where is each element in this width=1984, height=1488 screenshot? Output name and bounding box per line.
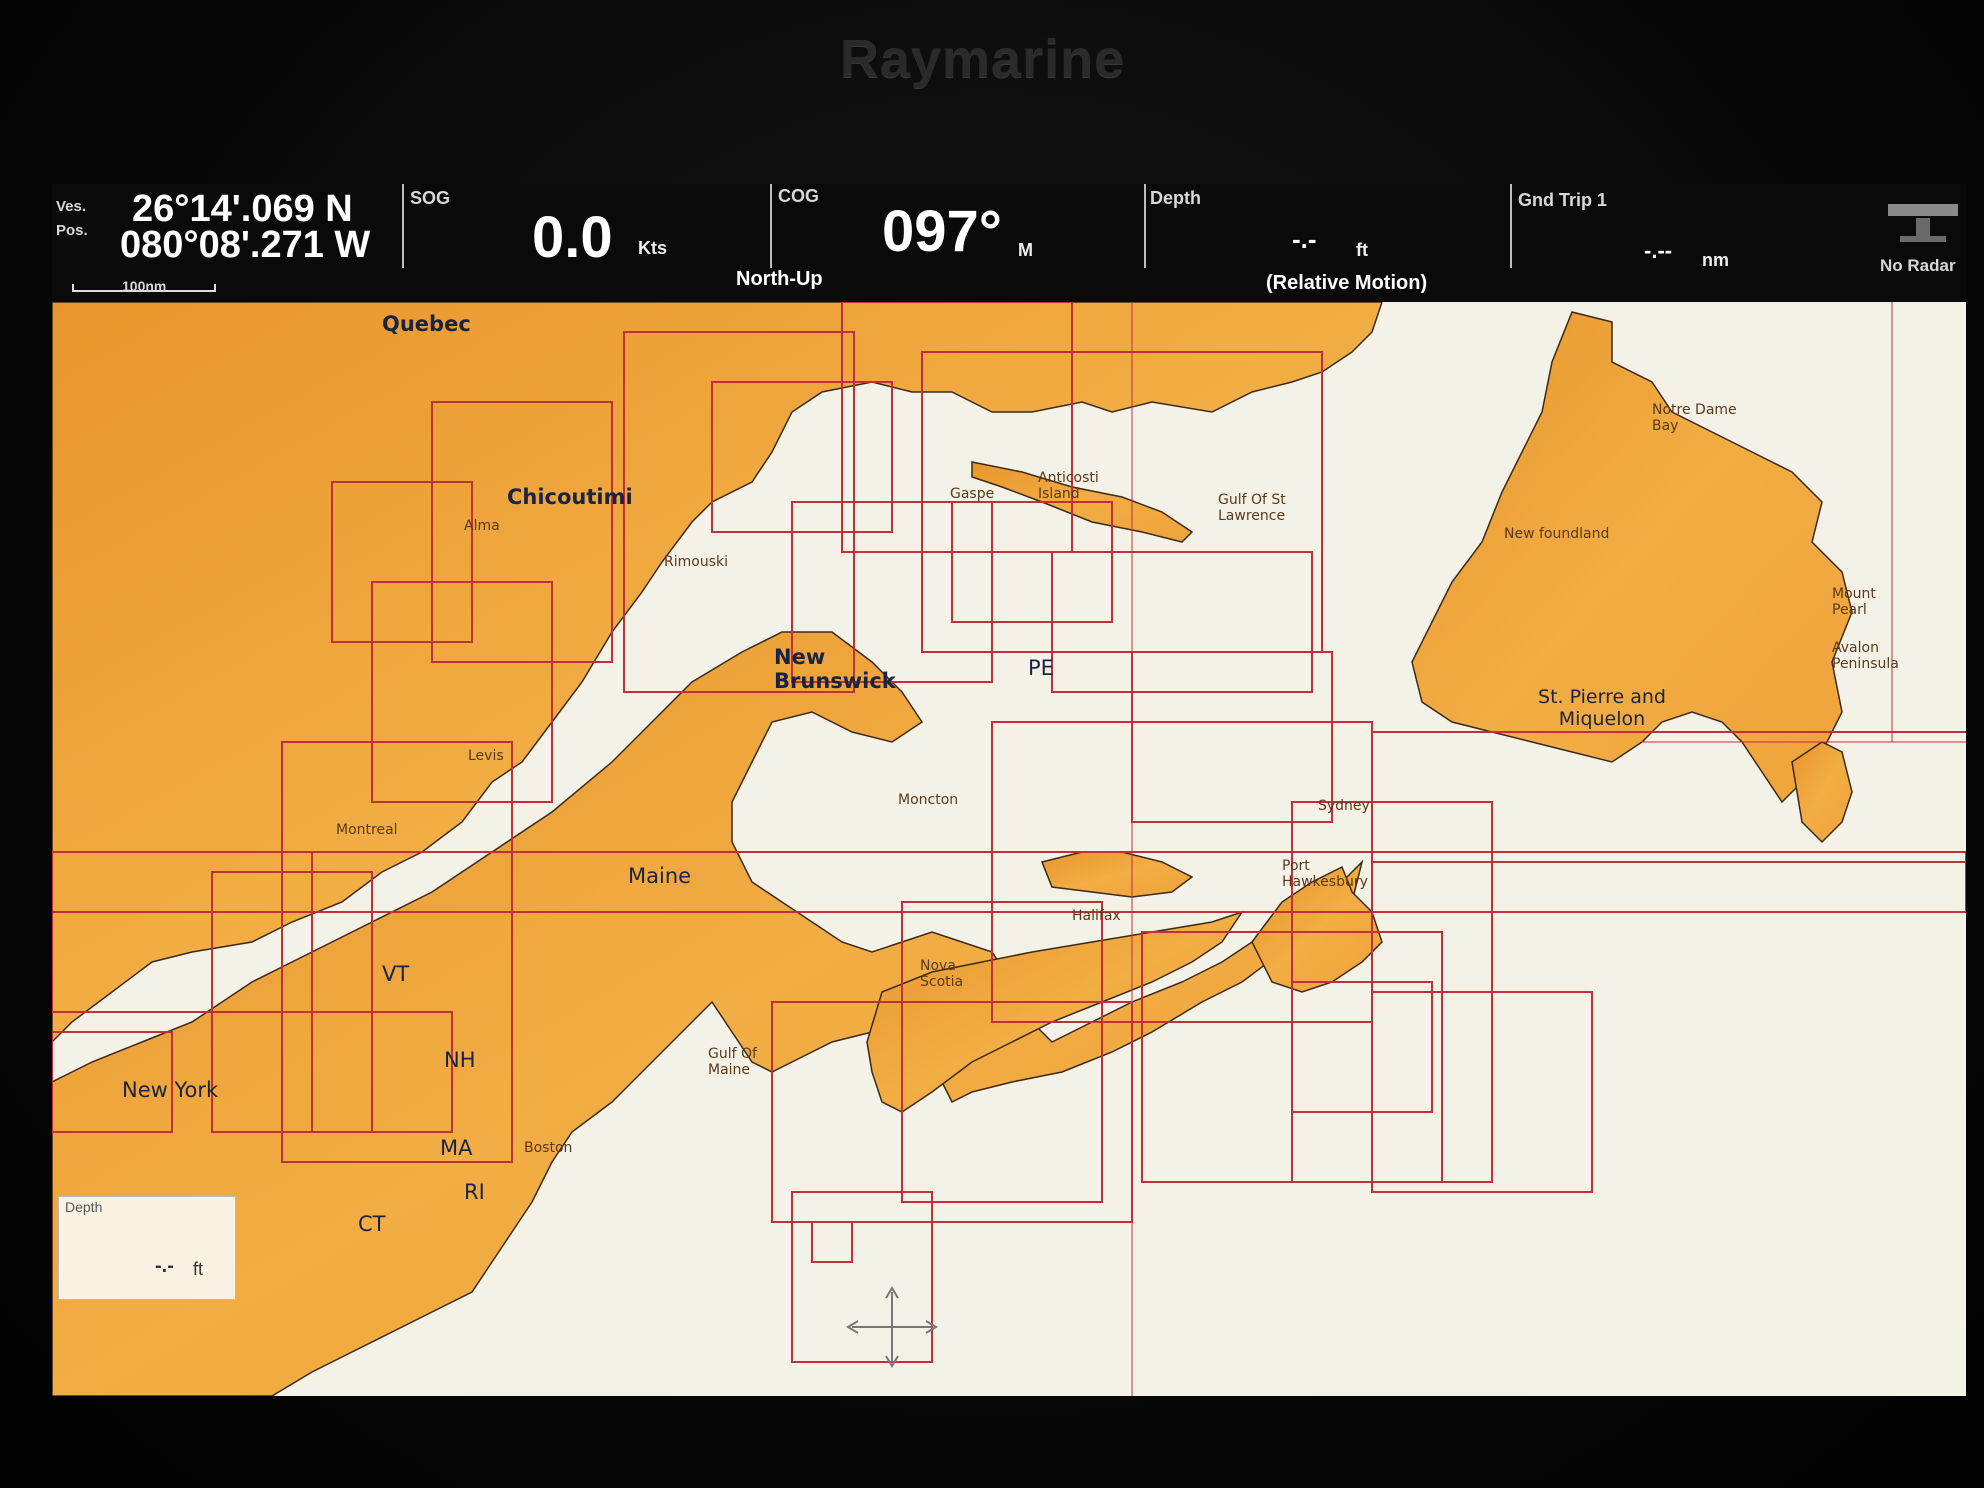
cog-label: COG bbox=[778, 186, 820, 206]
radar-icon bbox=[1888, 204, 1958, 242]
position-cell[interactable]: Ves. Pos. 26°14'.069 N 080°08'.271 W 100… bbox=[52, 184, 402, 302]
depth-value: -.- bbox=[1292, 224, 1317, 254]
label-montreal: Montreal bbox=[336, 822, 398, 838]
cog-cell[interactable]: COG 097° M North-Up bbox=[736, 184, 1134, 302]
cog-value: 097° bbox=[882, 199, 1002, 264]
depth-overlay[interactable]: Depth -.- ft bbox=[58, 1196, 236, 1300]
sog-unit: Kts bbox=[638, 238, 668, 258]
trip-label: Gnd Trip 1 bbox=[1518, 190, 1608, 210]
label-ri: RI bbox=[464, 1180, 485, 1204]
label-halifax: Halifax bbox=[1072, 908, 1121, 924]
radar-status[interactable]: No Radar bbox=[1870, 184, 1966, 302]
chart-screen: Ves. Pos. 26°14'.069 N 080°08'.271 W 100… bbox=[52, 184, 1966, 1396]
label-vt: VT bbox=[382, 962, 410, 986]
trip-cell[interactable]: Gnd Trip 1 -.-- nm bbox=[1512, 184, 1852, 302]
orientation-mode[interactable]: North-Up bbox=[736, 268, 823, 291]
label-mount-pearl: Mount Pearl bbox=[1832, 586, 1876, 618]
label-quebec: Quebec bbox=[382, 312, 471, 336]
label-sydney: Sydney bbox=[1318, 798, 1370, 814]
label-port-hawkesbury: Port Hawkesbury bbox=[1282, 858, 1368, 890]
label-chicoutimi: Chicoutimi bbox=[507, 485, 633, 509]
radar-status-label: No Radar bbox=[1880, 256, 1956, 275]
depth-label: Depth bbox=[1150, 188, 1201, 208]
depth-overlay-label: Depth bbox=[65, 1199, 103, 1215]
trip-value: -.-- bbox=[1644, 238, 1673, 263]
brand-logo: Raymarine bbox=[840, 29, 1126, 89]
label-nh: NH bbox=[444, 1048, 476, 1072]
label-gaspe: Gaspe bbox=[950, 486, 995, 502]
label-nova-scotia: Nova Scotia bbox=[920, 958, 964, 990]
label-gulf-of-maine: Gulf Of Maine bbox=[708, 1046, 757, 1078]
label-new-york: New York bbox=[122, 1078, 219, 1102]
label-new-brunswick: New Brunswick bbox=[774, 645, 896, 693]
label-levis: Levis bbox=[468, 748, 504, 764]
label-rimouski: Rimouski bbox=[664, 554, 728, 570]
label-pe: PE bbox=[1028, 656, 1054, 680]
label-ma: MA bbox=[440, 1136, 473, 1160]
label-ct: CT bbox=[358, 1212, 386, 1236]
label-boston: Boston bbox=[524, 1140, 573, 1156]
chart-map[interactable]: Quebec Chicoutimi Alma Rimouski Anticost… bbox=[52, 302, 1966, 1396]
position-label-bottom: Pos. bbox=[56, 222, 88, 239]
label-maine: Maine bbox=[628, 864, 692, 888]
data-bar: Ves. Pos. 26°14'.069 N 080°08'.271 W 100… bbox=[52, 184, 1966, 302]
motion-mode[interactable]: (Relative Motion) bbox=[1266, 272, 1427, 295]
label-moncton: Moncton bbox=[898, 792, 959, 808]
label-gulf-st-lawrence: Gulf Of St Lawrence bbox=[1218, 492, 1286, 524]
label-st-pierre-miquelon: St. Pierre and Miquelon bbox=[1538, 686, 1666, 730]
label-newfoundland: New foundland bbox=[1504, 526, 1610, 542]
position-label-top: Ves. bbox=[56, 198, 87, 215]
depth-overlay-unit: ft bbox=[193, 1259, 204, 1279]
longitude-value: 080°08'.271 W bbox=[120, 224, 371, 266]
sog-value: 0.0 bbox=[532, 205, 613, 270]
trip-unit: nm bbox=[1702, 250, 1729, 270]
label-notre-dame-bay: Notre Dame Bay bbox=[1652, 402, 1737, 434]
scale-label: 100nm bbox=[122, 278, 167, 294]
depth-cell[interactable]: Depth -.- ft (Relative Motion) bbox=[1146, 184, 1546, 302]
sog-label: SOG bbox=[410, 188, 451, 208]
chart-canvas bbox=[52, 302, 1966, 1396]
cog-unit: M bbox=[1018, 240, 1033, 260]
label-anticosti: Anticosti Island bbox=[1038, 470, 1099, 502]
depth-unit: ft bbox=[1356, 240, 1368, 260]
label-alma: Alma bbox=[464, 518, 500, 534]
depth-overlay-value: -.- bbox=[155, 1255, 174, 1277]
label-avalon-peninsula: Avalon Peninsula bbox=[1832, 640, 1899, 672]
